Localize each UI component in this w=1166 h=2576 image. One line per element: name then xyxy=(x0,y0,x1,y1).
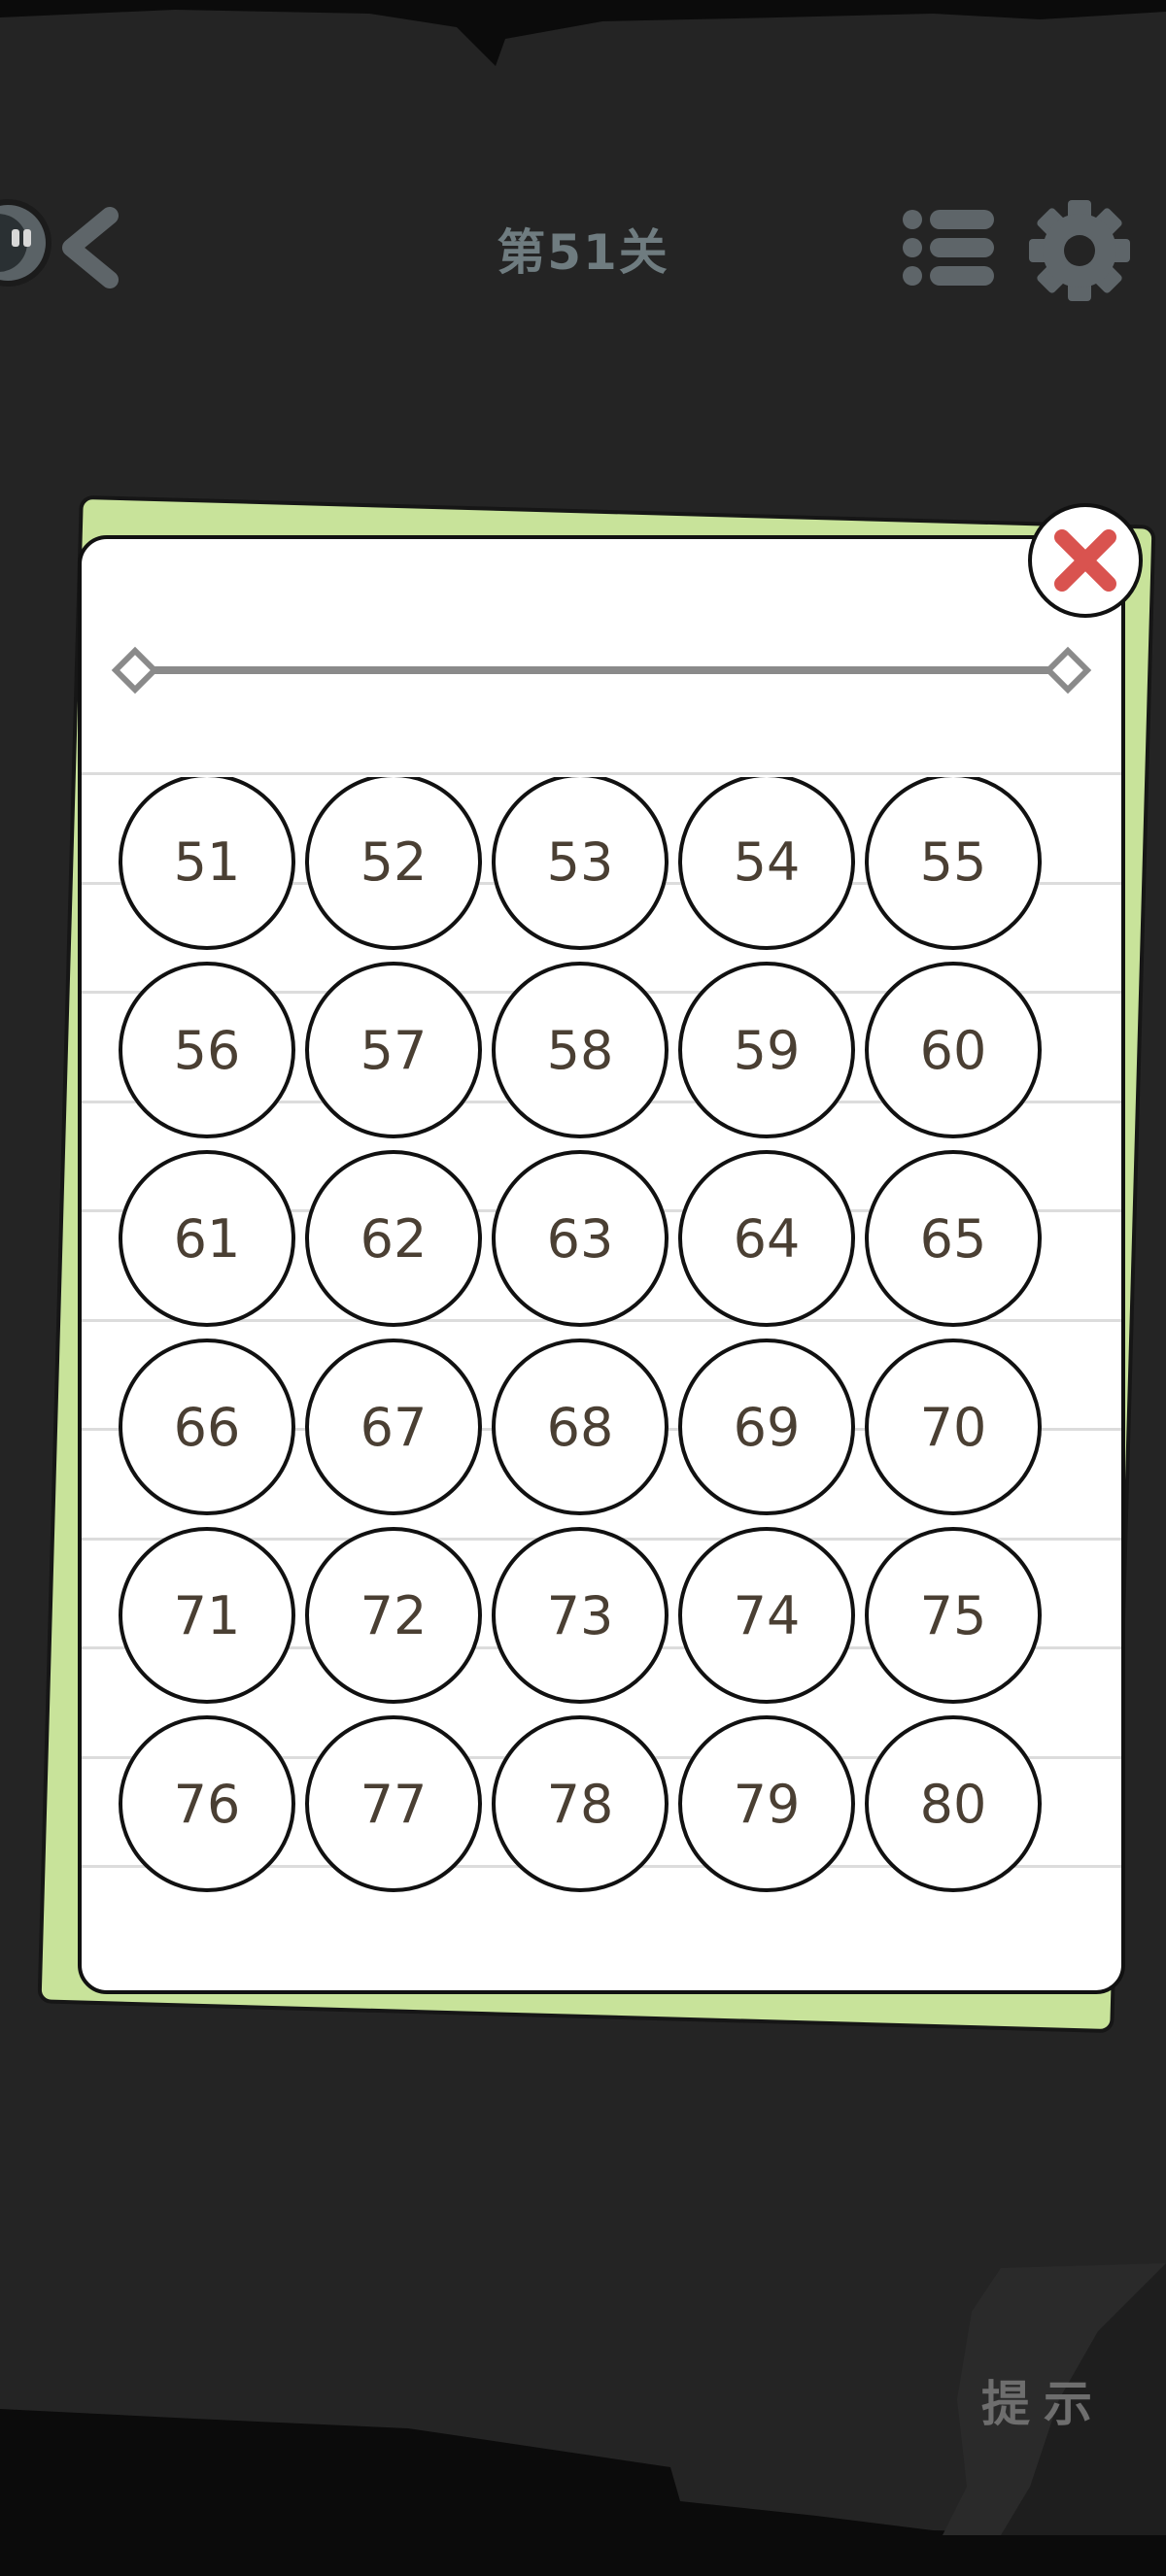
level-button-66[interactable]: 66 xyxy=(119,1339,295,1515)
level-button-77[interactable]: 77 xyxy=(305,1715,482,1892)
close-icon xyxy=(1054,529,1116,592)
level-button-51[interactable]: 51 xyxy=(119,777,295,950)
level-button-53[interactable]: 53 xyxy=(492,777,669,950)
hint-button[interactable]: 提示 xyxy=(981,2365,1106,2435)
level-grid: 51 52 53 54 55 56 57 58 59 60 61 62 63 64 65 66 67 68 69 70… xyxy=(82,777,1121,1943)
level-button-74[interactable]: 74 xyxy=(678,1527,855,1704)
level-button-52[interactable]: 52 xyxy=(305,777,482,950)
chevron-left-icon[interactable] xyxy=(53,204,126,291)
level-button-73[interactable]: 73 xyxy=(492,1527,669,1704)
level-button-54[interactable]: 54 xyxy=(678,777,855,950)
list-icon[interactable] xyxy=(899,204,996,291)
close-button[interactable] xyxy=(1028,503,1143,618)
level-button-76[interactable]: 76 xyxy=(119,1715,295,1892)
level-button-59[interactable]: 59 xyxy=(678,962,855,1138)
level-button-71[interactable]: 71 xyxy=(119,1527,295,1704)
level-button-75[interactable]: 75 xyxy=(865,1527,1042,1704)
level-button-61[interactable]: 61 xyxy=(119,1150,295,1327)
level-button-58[interactable]: 58 xyxy=(492,962,669,1138)
level-button-70[interactable]: 70 xyxy=(865,1339,1042,1515)
level-button-62[interactable]: 62 xyxy=(305,1150,482,1327)
page-title: 第51关 xyxy=(497,224,669,281)
page-slider[interactable] xyxy=(111,646,1092,695)
ruled-line xyxy=(82,772,1121,775)
level-button-63[interactable]: 63 xyxy=(492,1150,669,1327)
level-button-79[interactable]: 79 xyxy=(678,1715,855,1892)
level-button-67[interactable]: 67 xyxy=(305,1339,482,1515)
level-button-65[interactable]: 65 xyxy=(865,1150,1042,1327)
level-button-72[interactable]: 72 xyxy=(305,1527,482,1704)
level-button-57[interactable]: 57 xyxy=(305,962,482,1138)
game-screen: 第51关 51 52 53 54 55 56 57 58 59 60 61 62… xyxy=(0,0,1166,2576)
slider-handle-left xyxy=(111,646,159,695)
level-button-80[interactable]: 80 xyxy=(865,1715,1042,1892)
level-button-69[interactable]: 69 xyxy=(678,1339,855,1515)
level-button-68[interactable]: 68 xyxy=(492,1339,669,1515)
level-button-56[interactable]: 56 xyxy=(119,962,295,1138)
level-select-dialog: 51 52 53 54 55 56 57 58 59 60 61 62 63 64 65 66 67 68 69 70… xyxy=(78,535,1125,1994)
gear-icon[interactable] xyxy=(1028,199,1131,302)
level-button-64[interactable]: 64 xyxy=(678,1150,855,1327)
level-button-60[interactable]: 60 xyxy=(865,962,1042,1138)
level-button-78[interactable]: 78 xyxy=(492,1715,669,1892)
slider-handle-right xyxy=(1044,646,1092,695)
robot-face-icon[interactable] xyxy=(0,194,58,301)
level-button-55[interactable]: 55 xyxy=(865,777,1042,950)
